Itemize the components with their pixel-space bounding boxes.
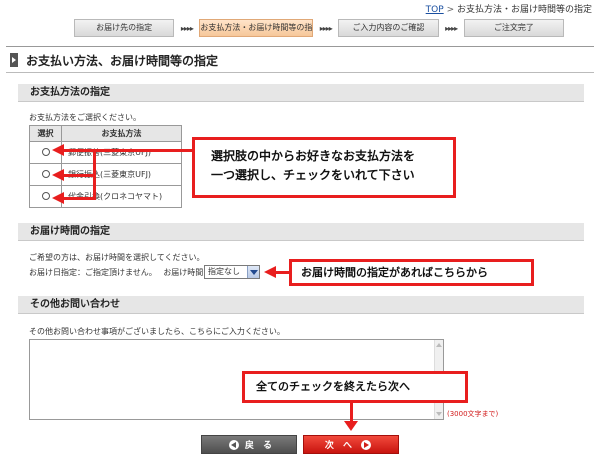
delivery-time-select[interactable]: 指定なし [204, 265, 260, 279]
arrow-right-circle-icon [361, 439, 372, 450]
chevron-down-icon[interactable] [247, 266, 259, 278]
callout-line [62, 174, 96, 177]
delivery-instruction: ご希望の方は、お届け時間を選択してください。 [29, 253, 205, 262]
scroll-down-icon[interactable] [436, 412, 442, 416]
breadcrumb: TOP > お支払方法・お届け時間等の指定 [426, 2, 592, 15]
arrow-left-icon [52, 192, 64, 204]
delivery-section-heading: お届け時間の指定 [18, 223, 584, 241]
callout-line [62, 149, 194, 152]
inquiry-section-heading: その他お問い合わせ [18, 296, 584, 314]
step-payment-time: お支払方法・お届け時間等の指定 [199, 19, 314, 37]
delivery-time-label: お届け時間: [163, 268, 207, 277]
page-title-bar: お支払い方法、お届け時間等の指定 [6, 49, 594, 71]
callout-line [350, 403, 353, 423]
delivery-date-note: お届け日指定：ご指定頂けません。 お届け時間: [29, 267, 206, 278]
column-method: お支払方法 [61, 125, 182, 142]
next-callout: 全てのチェックを終えたら次へ [242, 371, 468, 403]
step-complete: ご注文完了 [463, 19, 564, 37]
arrow-left-circle-icon [228, 439, 239, 450]
payment-table-header: 選択 お支払方法 [29, 125, 182, 142]
next-button-label: 次 へ [324, 441, 356, 451]
title-marker-icon [10, 53, 18, 67]
inquiry-instruction: その他お問い合わせ事項がございましたら、こちらにご入力ください。 [29, 327, 285, 336]
payment-instruction: お支払方法をご選択ください。 [29, 113, 141, 122]
delivery-time-value: 指定なし [208, 267, 240, 276]
payment-callout-line1: 選択肢の中からお好きなお支払方法を [211, 149, 416, 163]
step-arrow-icon: ▸▸▸▸ [445, 23, 458, 33]
payment-callout: 選択肢の中からお好きなお支払方法を 一つ選択し、チェックをいれて下さい [192, 137, 456, 198]
column-select: 選択 [29, 125, 62, 142]
payment-method-label: 郵便振替(三菱東京UFJ) [61, 141, 182, 164]
back-button-label: 戻 る [244, 441, 276, 451]
step-confirm: ご入力内容のご確認 [338, 19, 439, 37]
breadcrumb-separator: > [446, 5, 455, 15]
checkout-steps: お届け先の指定 ▸▸▸▸ お支払方法・お届け時間等の指定 ▸▸▸▸ ご入力内容の… [74, 19, 564, 37]
arrow-left-icon [264, 266, 276, 278]
delivery-callout: お届け時間の指定があればこちらから [289, 259, 534, 286]
title-divider-top [6, 46, 594, 47]
breadcrumb-current: お支払方法・お届け時間等の指定 [456, 5, 592, 15]
callout-line [62, 197, 96, 200]
back-button[interactable]: 戻 る [201, 435, 297, 454]
page-title: お支払い方法、お届け時間等の指定 [26, 53, 219, 68]
next-button[interactable]: 次 へ [303, 435, 399, 454]
payment-radio-cod[interactable] [41, 191, 50, 200]
arrow-left-icon [52, 169, 64, 181]
payment-callout-line2: 一つ選択し、チェックをいれて下さい [211, 168, 415, 182]
title-divider-bottom [6, 72, 594, 73]
arrow-left-icon [52, 144, 64, 156]
payment-radio-postal[interactable] [41, 147, 50, 156]
payment-section-heading: お支払方法の指定 [18, 84, 584, 102]
arrow-down-icon [344, 421, 358, 431]
scroll-up-icon[interactable] [436, 343, 442, 347]
delivery-date-label: お届け日指定：ご指定頂けません。 [29, 268, 157, 277]
step-arrow-icon: ▸▸▸▸ [180, 23, 194, 33]
breadcrumb-top-link[interactable]: TOP [426, 5, 444, 15]
step-arrow-icon: ▸▸▸▸ [319, 23, 333, 33]
character-limit-note: (3000文字まで) [447, 410, 499, 418]
payment-radio-bank[interactable] [41, 169, 50, 178]
step-delivery-address: お届け先の指定 [74, 19, 175, 37]
